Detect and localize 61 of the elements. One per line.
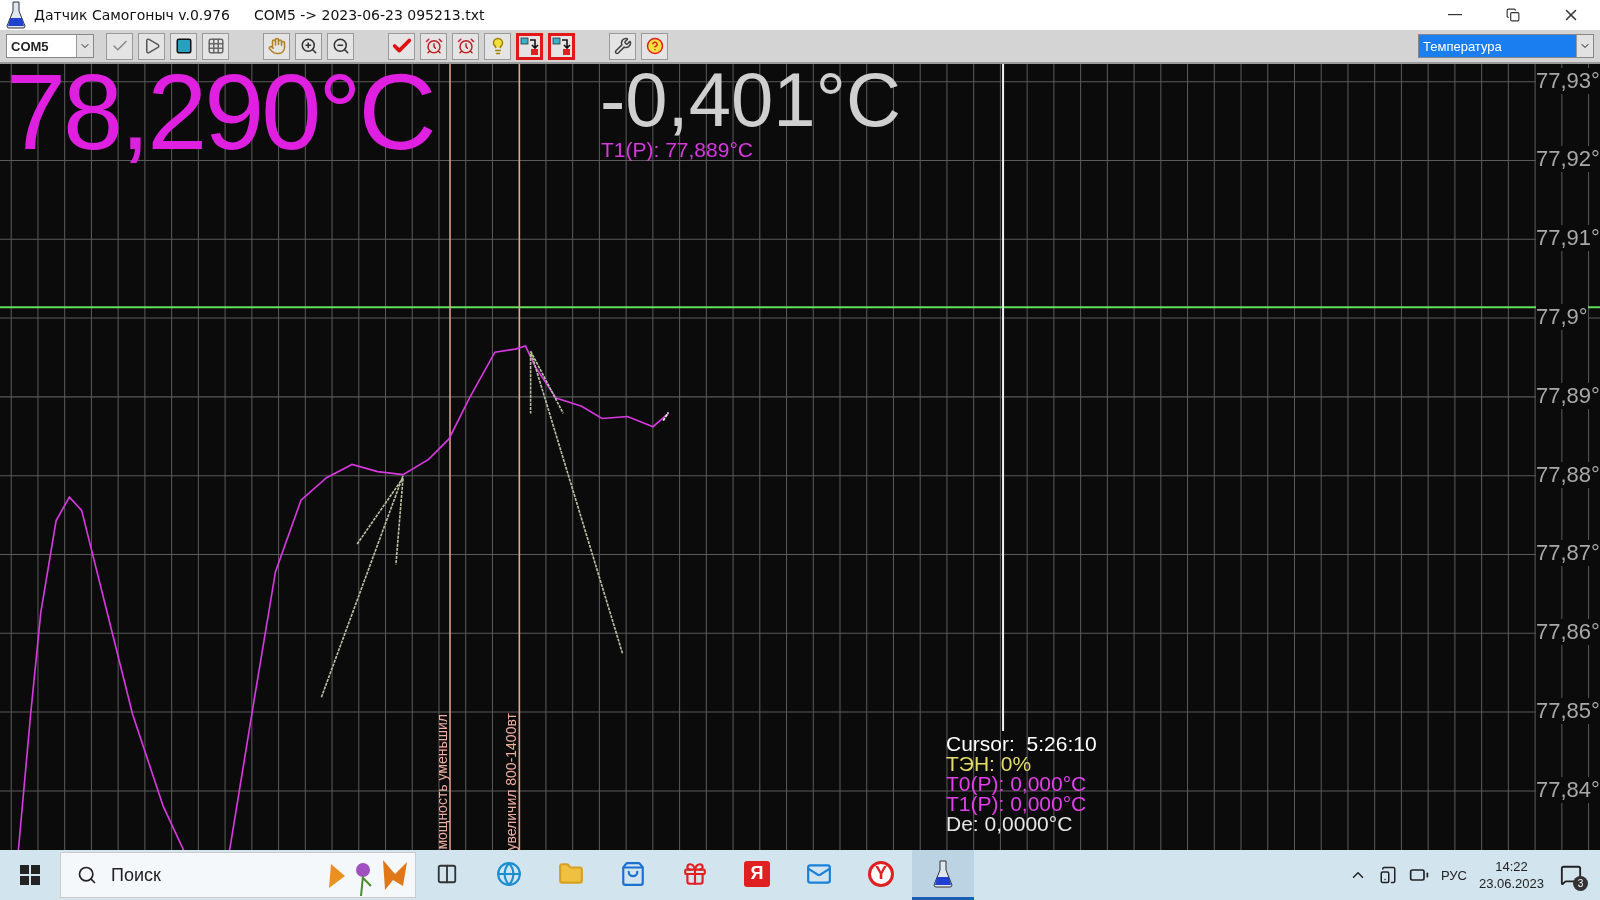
axis-label: 77,93°: [1536, 67, 1600, 94]
grid-icon: [206, 37, 225, 55]
export-icon: [551, 36, 572, 56]
axis-label: 77,91°: [1536, 225, 1600, 252]
zoom-out-icon: [331, 37, 350, 55]
alarm-clock-icon: [456, 37, 475, 55]
toolbar-button[interactable]: [170, 32, 197, 60]
globe-icon: [496, 860, 522, 887]
alarm-clock-icon: [424, 37, 443, 55]
axis-label: 77,92°: [1536, 146, 1600, 173]
taskbar-app[interactable]: [912, 850, 974, 900]
tablet-icon[interactable]: [1378, 866, 1397, 884]
axis-label: 77,85°: [1536, 697, 1600, 724]
notification-icon: [1560, 864, 1582, 886]
windows-icon: [20, 865, 40, 885]
toolbar-button[interactable]: [548, 32, 575, 60]
flask-icon: [6, 1, 26, 29]
restore-icon: [1506, 8, 1520, 22]
language-indicator[interactable]: РУС: [1440, 867, 1467, 883]
search-field[interactable]: Поиск: [60, 852, 416, 898]
flask-icon: [933, 859, 953, 888]
port-dropdown[interactable]: COM5: [6, 34, 94, 58]
cursor-time: Cursor: 5:26:10: [946, 734, 1097, 754]
axis-label: 77,86°: [1536, 619, 1600, 646]
folder-icon: [558, 860, 584, 887]
toolbar-button[interactable]: [327, 32, 354, 60]
shopping-bag-icon: [620, 860, 646, 887]
cursor-value: T1(P): 0,000°C: [946, 794, 1088, 814]
toolbar-button[interactable]: [609, 32, 636, 60]
marker-label: увеличил 800-1400вт: [503, 712, 519, 850]
file-name: COM5 -> 2023-06-23 095213.txt: [254, 7, 485, 23]
temperature-reading: 78,290°C: [6, 64, 434, 166]
taskbar-app[interactable]: Я: [726, 850, 788, 900]
search-icon: [77, 865, 97, 885]
axis-label: 77,9°: [1536, 303, 1588, 330]
axis-label: 77,89°: [1536, 382, 1600, 409]
clock[interactable]: 14:22 23.06.2023: [1478, 858, 1544, 892]
help-icon: [645, 37, 664, 55]
task-view-icon: [436, 862, 458, 885]
marker-label: мощность уменьшил: [434, 714, 450, 850]
minimize-icon: [1448, 14, 1462, 16]
wrench-icon: [613, 37, 632, 55]
channel-dropdown[interactable]: Температура: [1418, 34, 1594, 58]
stop-icon: [174, 37, 193, 55]
delta-reading: -0,401°C: [600, 64, 901, 138]
gift-icon: [682, 860, 708, 887]
export-icon: [519, 36, 540, 56]
notification-button[interactable]: 3: [1556, 860, 1586, 890]
reference-reading: T1(P): 77,889°C: [601, 138, 753, 162]
cursor-value: De: 0,0000°C: [946, 814, 1073, 834]
taskbar-app[interactable]: Y: [850, 850, 912, 900]
hand-icon: [267, 37, 286, 55]
cursor-value: T0(P): 0,000°C: [946, 774, 1088, 794]
zoom-in-icon: [299, 37, 318, 55]
cursor-value: ТЭН: 0%: [946, 754, 1033, 774]
axis-label: 77,88°: [1536, 461, 1600, 488]
axis-label: 77,84°: [1536, 776, 1600, 803]
toolbar-button[interactable]: [295, 32, 322, 60]
axis-label: 77,87°: [1536, 540, 1600, 567]
window-title: Датчик Самогоныч v.0.976: [34, 7, 230, 23]
toolbar-button[interactable]: [516, 32, 543, 60]
